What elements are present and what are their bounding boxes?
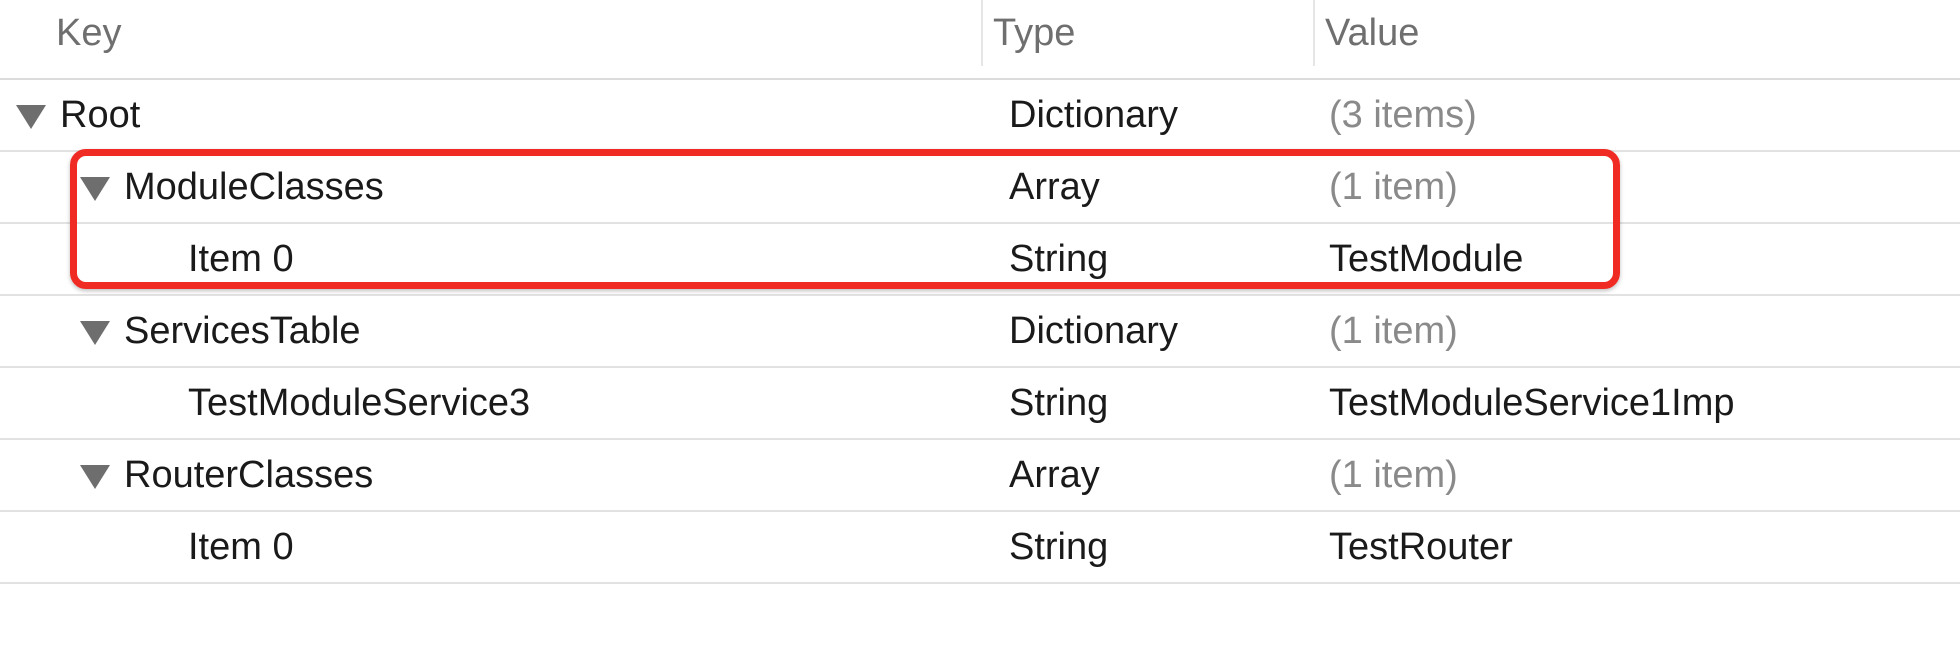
row-key: Item 0: [188, 526, 294, 568]
row-type[interactable]: Array: [1009, 152, 1100, 222]
row-value: (1 item): [1329, 166, 1458, 208]
row-value: (1 item): [1329, 310, 1458, 352]
row-value: (1 item): [1329, 454, 1458, 496]
row-key: TestModuleService3: [188, 382, 531, 424]
column-header-type[interactable]: Type: [993, 0, 1075, 78]
table-row[interactable]: Item 0 String TestRouter: [0, 512, 1960, 584]
table-row[interactable]: ModuleClasses Array (1 item): [0, 152, 1960, 224]
column-header-value[interactable]: Value: [1325, 0, 1419, 78]
row-value[interactable]: TestModule: [1329, 224, 1523, 294]
table-row[interactable]: TestModuleService3 String TestModuleServ…: [0, 368, 1960, 440]
table-row[interactable]: Root Dictionary (3 items): [0, 80, 1960, 152]
table-row[interactable]: RouterClasses Array (1 item): [0, 440, 1960, 512]
row-type[interactable]: Dictionary: [1009, 296, 1178, 366]
row-key: ServicesTable: [124, 310, 361, 352]
row-key: ModuleClasses: [124, 166, 384, 208]
disclosure-triangle-icon[interactable]: [16, 105, 46, 129]
row-type[interactable]: String: [1009, 512, 1108, 582]
row-value[interactable]: TestRouter: [1329, 512, 1513, 582]
disclosure-triangle-icon[interactable]: [80, 177, 110, 201]
row-type[interactable]: Dictionary: [1009, 80, 1178, 150]
row-key: Item 0: [188, 238, 294, 280]
column-divider[interactable]: [1313, 0, 1315, 66]
row-key: RouterClasses: [124, 454, 374, 496]
column-divider[interactable]: [981, 0, 983, 66]
row-value: (3 items): [1329, 94, 1477, 136]
column-header: Key Type Value: [0, 0, 1960, 80]
row-type[interactable]: String: [1009, 368, 1108, 438]
row-key: Root: [60, 94, 141, 136]
disclosure-triangle-icon[interactable]: [80, 321, 110, 345]
table-row[interactable]: Item 0 String TestModule: [0, 224, 1960, 296]
table-row[interactable]: ServicesTable Dictionary (1 item): [0, 296, 1960, 368]
column-header-key[interactable]: Key: [56, 0, 121, 78]
row-type[interactable]: Array: [1009, 440, 1100, 510]
disclosure-triangle-icon[interactable]: [80, 465, 110, 489]
row-type[interactable]: String: [1009, 224, 1108, 294]
row-value[interactable]: TestModuleService1Imp: [1329, 368, 1735, 438]
